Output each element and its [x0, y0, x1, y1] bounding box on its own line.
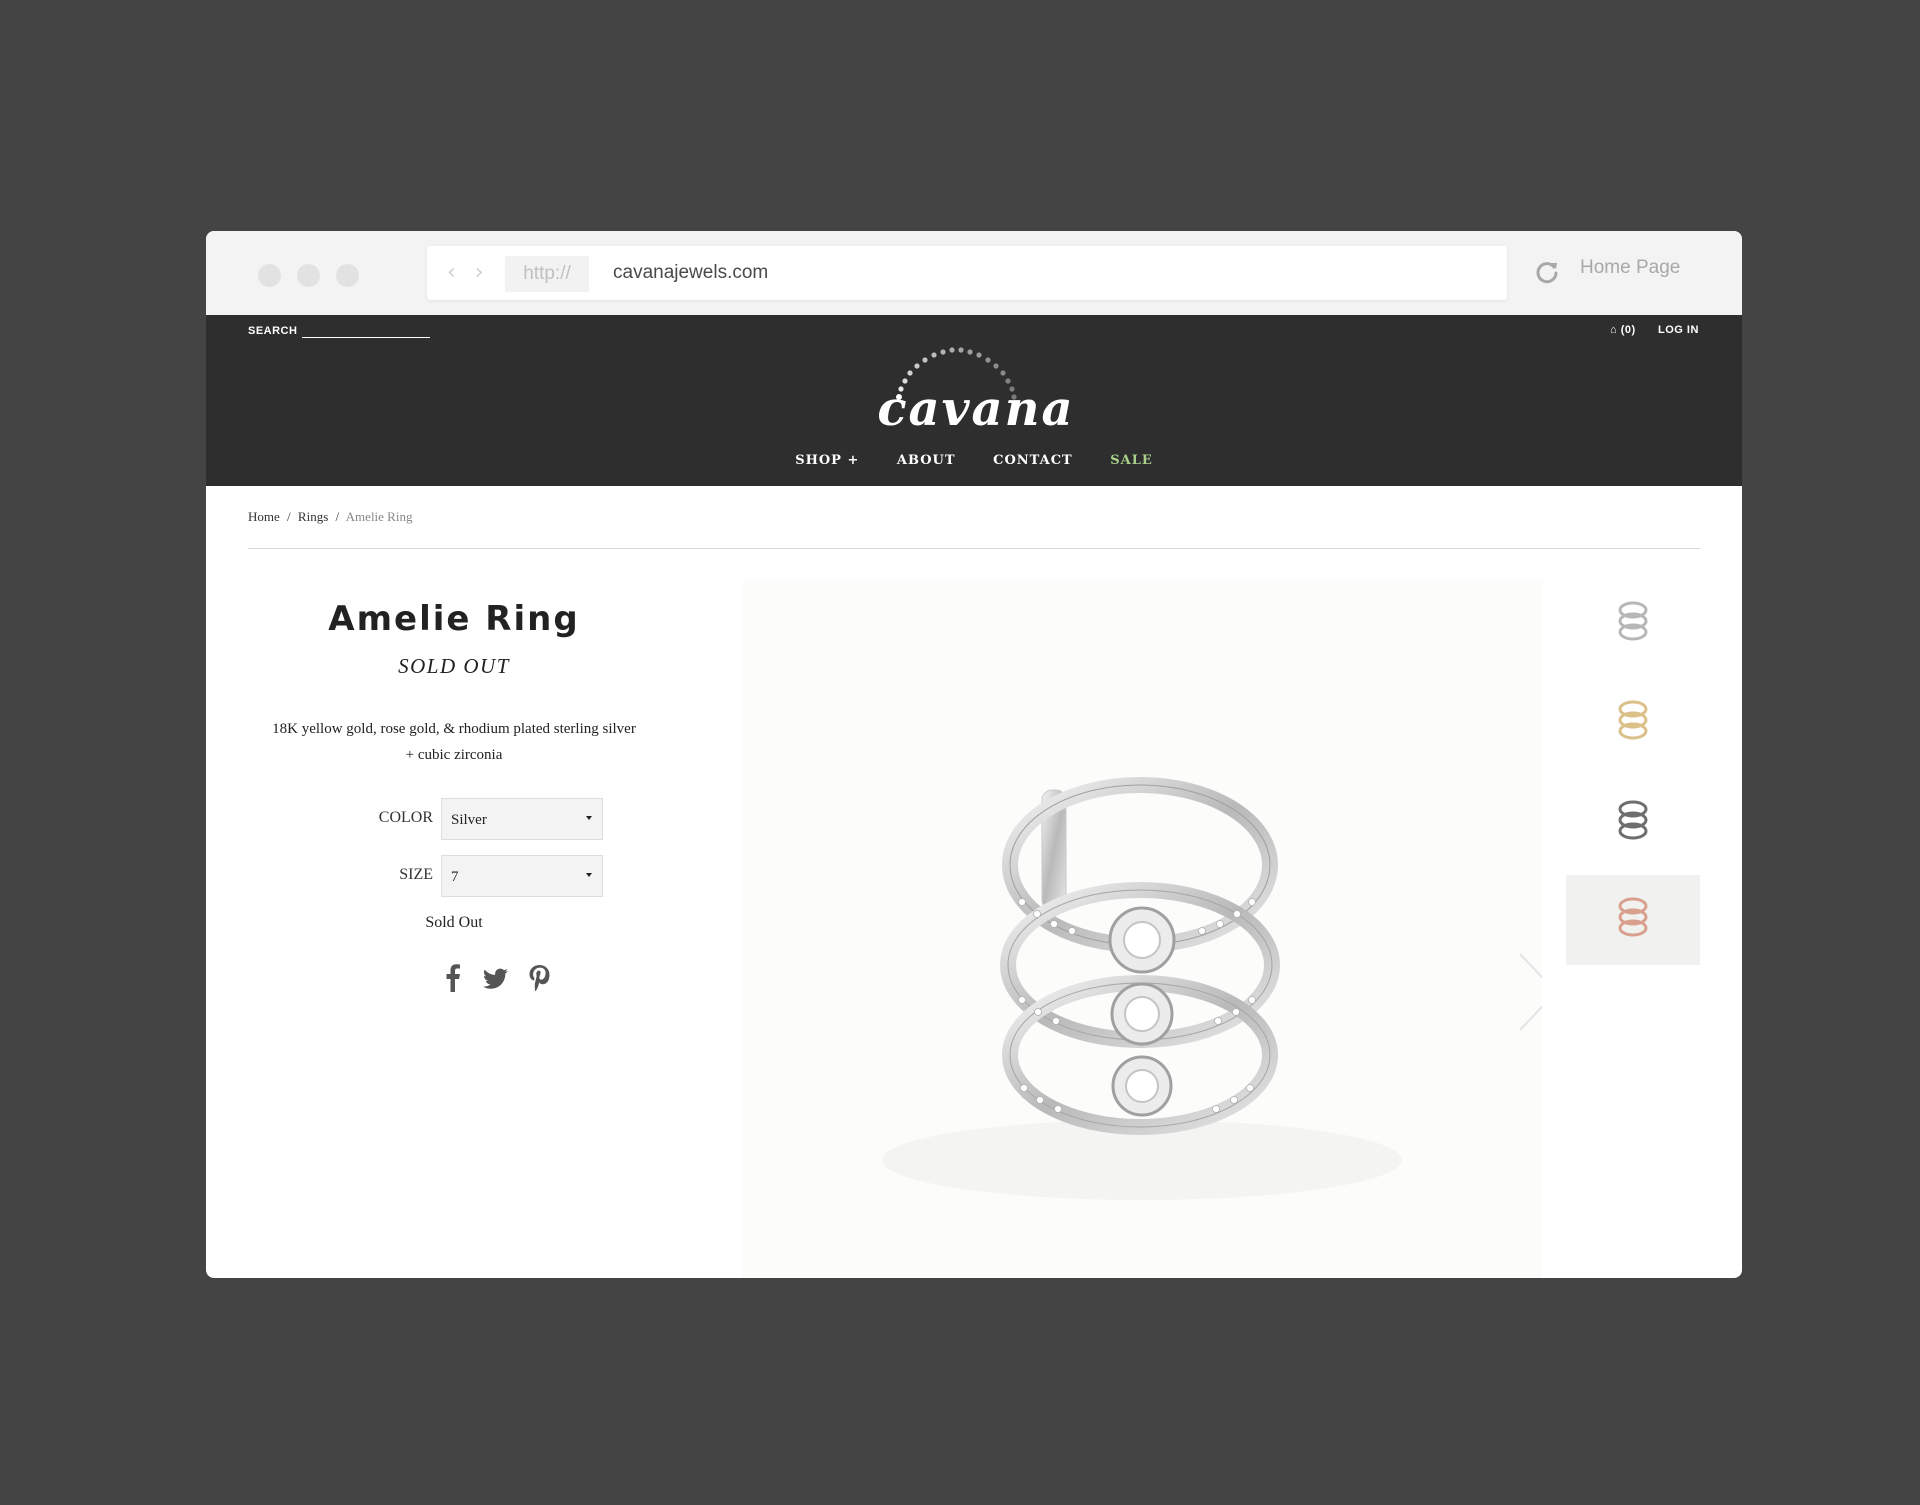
cart-link[interactable]: ⌂ (0)	[1610, 324, 1636, 336]
product-main-image[interactable]	[742, 580, 1542, 1278]
search-input[interactable]	[302, 337, 430, 338]
size-select-value: 7	[451, 869, 459, 885]
window-close-dot[interactable]	[258, 264, 281, 287]
thumbnail-black[interactable]	[1566, 776, 1700, 866]
cavana-logo[interactable]: cavana	[846, 337, 1106, 432]
ring-photo	[742, 580, 1542, 1278]
browser-window: ‹ › http:// cavanajewels.com Home Page S…	[206, 231, 1742, 1278]
twitter-icon[interactable]	[482, 963, 510, 993]
protocol-label: http://	[505, 256, 589, 292]
ring-thumbnail-rose-gold	[1618, 897, 1648, 937]
thumbnail-gold[interactable]	[1566, 676, 1700, 766]
search-label: SEARCH	[248, 325, 298, 337]
main-navigation: SHOP + ABOUT CONTACT SALE	[206, 453, 1742, 468]
chevron-down-icon	[586, 873, 592, 877]
color-label: COLOR	[378, 809, 433, 826]
facebook-icon[interactable]	[440, 963, 466, 993]
url-text[interactable]: cavanajewels.com	[613, 246, 768, 300]
window-minimize-dot[interactable]	[297, 264, 320, 287]
sold-out-button[interactable]: Sold Out	[242, 914, 666, 932]
nav-item-contact[interactable]: CONTACT	[993, 453, 1073, 468]
thumbnail-silver[interactable]	[1566, 580, 1700, 670]
address-bar[interactable]: ‹ › http:// cavanajewels.com	[427, 246, 1507, 300]
pinterest-icon[interactable]	[526, 963, 552, 993]
chevron-down-icon	[586, 816, 592, 820]
breadcrumb: Home / Rings / Amelie Ring	[248, 509, 412, 525]
product-title: Amelie Ring	[328, 599, 580, 639]
svg-text:cavana: cavana	[877, 381, 1074, 432]
cart-count: (0)	[1620, 324, 1636, 336]
login-link[interactable]: LOG IN	[1658, 324, 1699, 336]
ring-thumbnail-gold	[1618, 700, 1648, 740]
ring-thumbnail-black	[1618, 800, 1648, 840]
breadcrumb-separator: /	[287, 509, 291, 524]
breadcrumb-divider	[248, 548, 1700, 549]
browser-chrome: ‹ › http:// cavanajewels.com Home Page	[206, 231, 1742, 315]
size-select[interactable]: 7	[441, 855, 603, 897]
color-select-value: Silver	[451, 812, 487, 828]
ring-thumbnail-silver	[1618, 601, 1648, 641]
breadcrumb-rings[interactable]: Rings	[298, 509, 328, 524]
reload-icon[interactable]	[1534, 259, 1560, 285]
window-maximize-dot[interactable]	[336, 264, 359, 287]
breadcrumb-home[interactable]: Home	[248, 509, 280, 524]
product-description: 18K yellow gold, rose gold, & rhodium pl…	[272, 721, 636, 763]
nav-item-about[interactable]: ABOUT	[897, 453, 956, 468]
breadcrumb-separator: /	[335, 509, 340, 524]
color-select[interactable]: Silver	[441, 798, 603, 840]
thumbnail-rose-gold[interactable]	[1566, 875, 1700, 965]
product-status: SOLD OUT	[398, 654, 510, 678]
site-header: SEARCH ⌂ (0) LOG IN cavana SHOP + ABOUT …	[206, 315, 1742, 486]
chevron-right-icon[interactable]	[1514, 950, 1542, 1034]
back-forward-icons[interactable]: ‹ ›	[447, 246, 490, 300]
breadcrumb-current: Amelie Ring	[345, 509, 413, 524]
nav-item-sale[interactable]: SALE	[1110, 453, 1153, 468]
home-page-link[interactable]: Home Page	[1580, 257, 1680, 279]
nav-item-shop[interactable]: SHOP +	[795, 453, 859, 468]
bag-icon: ⌂	[1610, 324, 1618, 336]
size-label: SIZE	[399, 866, 433, 883]
